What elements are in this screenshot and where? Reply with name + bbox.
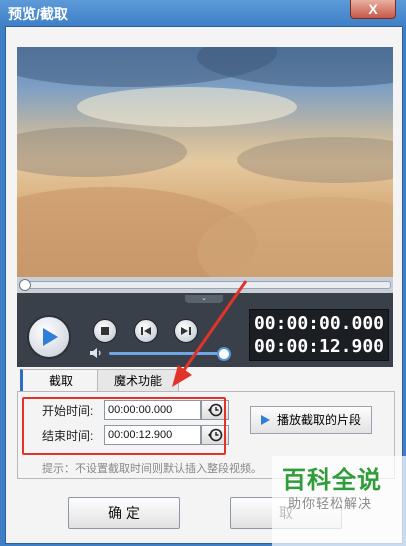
watermark-slogan: 助你轻松解决 xyxy=(288,496,373,511)
ok-button[interactable]: 确 定 xyxy=(68,497,180,529)
watermark: 百科全说 助你轻松解决 xyxy=(272,456,406,546)
close-icon: X xyxy=(368,1,378,17)
watermark-logo: 百科全说 xyxy=(282,467,382,494)
window-title: 预览/截取 xyxy=(8,6,68,22)
title-bar: 预览/截取 X xyxy=(0,0,406,26)
close-button[interactable]: X xyxy=(350,0,396,19)
